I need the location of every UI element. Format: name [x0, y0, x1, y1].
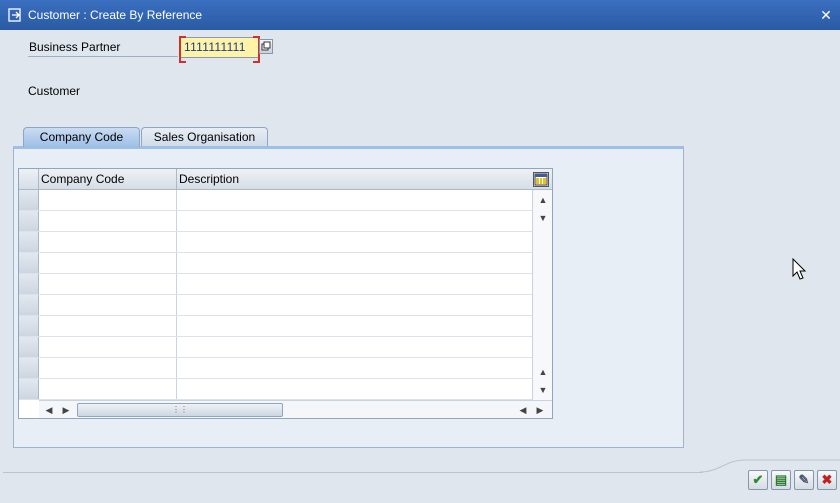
- grip-icon: ⋮⋮: [172, 405, 188, 414]
- company-code-cell[interactable]: [39, 358, 177, 378]
- scroll-up-icon[interactable]: ▲: [537, 194, 549, 206]
- company-code-cell[interactable]: [39, 190, 177, 210]
- close-icon[interactable]: ✕: [818, 7, 834, 23]
- scroll-down-icon[interactable]: ▼: [537, 212, 549, 224]
- mouse-cursor-icon: [792, 258, 807, 280]
- details-icon: ▤: [774, 472, 788, 487]
- column-header-company-code[interactable]: Company Code: [39, 169, 177, 190]
- description-cell[interactable]: [177, 253, 532, 273]
- company-code-cell[interactable]: [39, 274, 177, 294]
- edit-button[interactable]: ✎: [794, 470, 814, 490]
- table-row[interactable]: [19, 211, 532, 232]
- company-code-cell[interactable]: [39, 379, 177, 399]
- description-cell[interactable]: [177, 295, 532, 315]
- value-help-icon[interactable]: [259, 39, 273, 54]
- footer-divider: [3, 472, 703, 473]
- cancel-icon: ✖: [821, 472, 833, 487]
- row-selector[interactable]: [19, 337, 39, 357]
- action-toolbar: ✔ ▤ ✎ ✖: [748, 470, 837, 490]
- row-selector[interactable]: [19, 211, 39, 231]
- row-selector[interactable]: [19, 295, 39, 315]
- description-cell[interactable]: [177, 274, 532, 294]
- customer-label: Customer: [28, 84, 81, 98]
- table-row[interactable]: [19, 316, 532, 337]
- company-code-cell[interactable]: [39, 211, 177, 231]
- description-cell[interactable]: [177, 379, 532, 399]
- scroll-page-up-icon[interactable]: ▲: [537, 366, 549, 378]
- table-row[interactable]: [19, 232, 532, 253]
- row-selector[interactable]: [19, 190, 39, 210]
- scroll-page-down-icon[interactable]: ▼: [537, 384, 549, 396]
- row-selector[interactable]: [19, 253, 39, 273]
- description-cell[interactable]: [177, 337, 532, 357]
- description-cell[interactable]: [177, 316, 532, 336]
- description-cell[interactable]: [177, 232, 532, 252]
- scroll-left-icon[interactable]: ◀: [43, 404, 55, 416]
- company-code-cell[interactable]: [39, 316, 177, 336]
- tab-company-code[interactable]: Company Code: [23, 127, 140, 147]
- vertical-scrollbar[interactable]: ▲ ▼ ▲ ▼: [532, 190, 552, 400]
- details-button[interactable]: ▤: [771, 470, 791, 490]
- company-code-cell[interactable]: [39, 253, 177, 273]
- row-selector[interactable]: [19, 232, 39, 252]
- table-row[interactable]: [19, 190, 532, 211]
- table-header: Company Code Description: [19, 169, 552, 190]
- table-row[interactable]: [19, 295, 532, 316]
- window-title: Customer : Create By Reference: [28, 8, 203, 22]
- scroll-right-icon[interactable]: ▶: [60, 404, 72, 416]
- scroll-thumb[interactable]: ⋮⋮: [77, 403, 283, 417]
- description-cell[interactable]: [177, 211, 532, 231]
- column-header-description[interactable]: Description: [177, 169, 531, 190]
- horizontal-scrollbar[interactable]: ◀ ▶ ⋮⋮ ◀ ▶: [39, 400, 552, 418]
- table-row[interactable]: [19, 253, 532, 274]
- description-cell[interactable]: [177, 190, 532, 210]
- select-all-cell[interactable]: [19, 169, 39, 190]
- company-code-table: Company Code Description ▲ ▼ ▲ ▼ ◀ ▶ ⋮⋮ …: [18, 168, 553, 419]
- row-selector[interactable]: [19, 316, 39, 336]
- company-code-cell[interactable]: [39, 232, 177, 252]
- row-selector[interactable]: [19, 379, 39, 399]
- description-cell[interactable]: [177, 358, 532, 378]
- scroll-end-left-icon[interactable]: ◀: [517, 404, 529, 416]
- table-row[interactable]: [19, 274, 532, 295]
- row-selector[interactable]: [19, 358, 39, 378]
- checkmark-icon: ✔: [752, 472, 764, 487]
- column-layout-icon[interactable]: [533, 172, 549, 187]
- create-icon: [7, 7, 23, 23]
- edit-icon: ✎: [798, 472, 810, 487]
- company-code-cell[interactable]: [39, 295, 177, 315]
- business-partner-label: Business Partner: [28, 40, 178, 57]
- tab-sales-organisation[interactable]: Sales Organisation: [141, 127, 268, 147]
- business-partner-input[interactable]: 1111111111: [179, 36, 260, 63]
- table-row[interactable]: [19, 379, 532, 400]
- table-row[interactable]: [19, 358, 532, 379]
- table-row[interactable]: [19, 337, 532, 358]
- cancel-button[interactable]: ✖: [817, 470, 837, 490]
- table-rows: [19, 190, 532, 400]
- company-code-cell[interactable]: [39, 337, 177, 357]
- row-selector[interactable]: [19, 274, 39, 294]
- title-bar: Customer : Create By Reference ✕: [0, 0, 840, 30]
- scroll-end-right-icon[interactable]: ▶: [534, 404, 546, 416]
- continue-button[interactable]: ✔: [748, 470, 768, 490]
